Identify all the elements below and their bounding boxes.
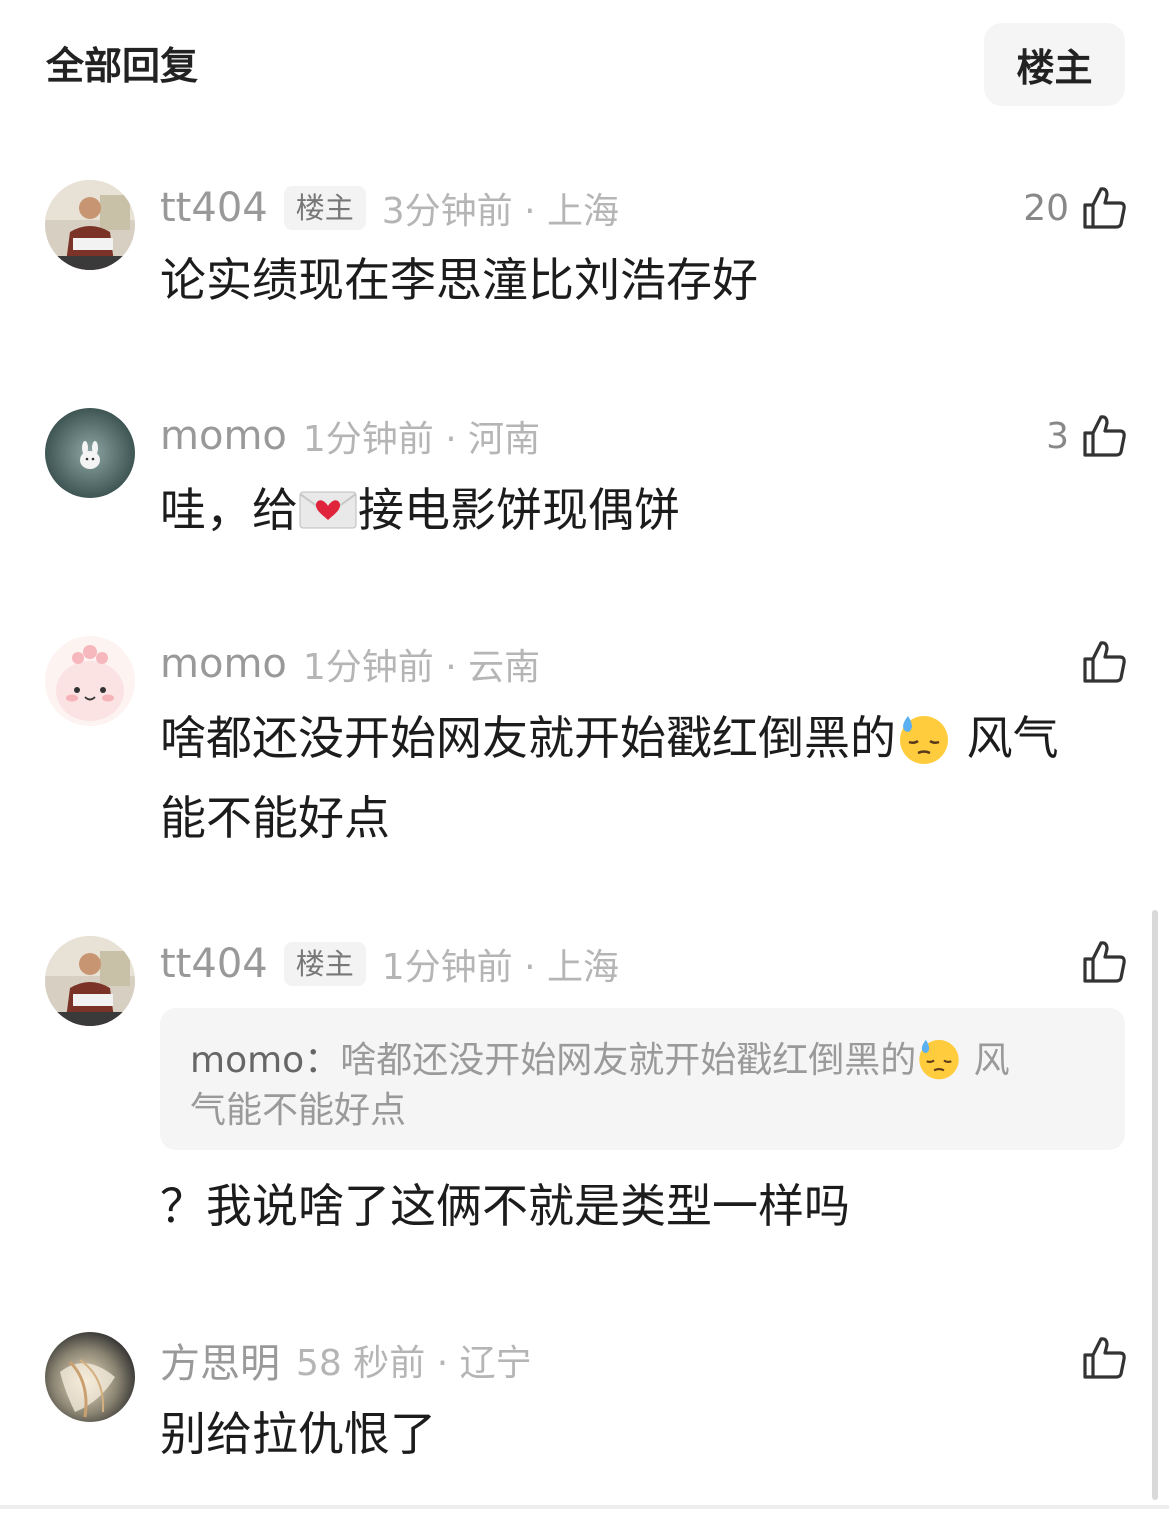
quote-text-part: 风: [962, 1040, 1010, 1081]
username[interactable]: 方思明: [160, 1331, 280, 1389]
avatar[interactable]: [45, 1332, 135, 1422]
username[interactable]: momo: [160, 413, 287, 459]
comment-meta: 方思明 58 秒前 · 辽宁: [160, 1331, 532, 1389]
comment-text-part: 接电影饼现偶饼: [358, 483, 680, 537]
like-button[interactable]: [1079, 634, 1129, 690]
time-location: 1分钟前 · 上海: [381, 947, 619, 988]
downcast-sweat-emoji: [916, 1035, 962, 1081]
time-location: 3分钟前 · 上海: [381, 191, 619, 232]
avatar[interactable]: [45, 180, 135, 270]
header: 全部回复 楼主: [0, 0, 1169, 130]
thumbs-up-icon: [1083, 641, 1126, 683]
like-button[interactable]: [1079, 934, 1129, 990]
comment-text-line: 能不能好点: [160, 791, 390, 845]
comment-text-part: 风气: [952, 711, 1059, 765]
like-count: 3: [1046, 415, 1069, 457]
downcast-sweat-emoji: [896, 710, 952, 766]
quoted-reply[interactable]: momo：啥都还没开始网友就开始戳红倒黑的 风 气能不能好点: [160, 1008, 1125, 1150]
username[interactable]: momo: [160, 641, 287, 687]
time-location: 58 秒前 · 辽宁: [296, 1343, 532, 1384]
comment-text: 哇，给 接电影饼现偶饼: [160, 470, 1130, 550]
like-count: 20: [1023, 187, 1069, 229]
avatar[interactable]: [45, 936, 135, 1026]
scrollbar[interactable]: [1152, 910, 1158, 1500]
comment-meta: tt404 楼主 1分钟前 · 上海: [160, 938, 619, 990]
comment-text-part: 哇，给: [160, 483, 298, 537]
avatar[interactable]: [45, 636, 135, 726]
owner-filter-button[interactable]: 楼主: [984, 23, 1125, 106]
thumbs-up-icon: [1083, 941, 1126, 983]
quote-text-part: 啥都还没开始网友就开始戳红倒黑的: [340, 1040, 917, 1081]
username[interactable]: tt404: [160, 185, 268, 231]
comment-text-part: 啥都还没开始网友就开始戳红倒黑的: [160, 711, 896, 765]
time-location: 1分钟前 · 云南: [302, 647, 541, 688]
comment-meta: tt404 楼主 3分钟前 · 上海: [160, 182, 619, 234]
love-letter-emoji: [298, 488, 358, 532]
time-location: 1分钟前 · 河南: [302, 419, 541, 460]
owner-tag: 楼主: [283, 186, 366, 230]
comment-text: 啥都还没开始网友就开始戳红倒黑的 风气 能不能好点: [160, 698, 1130, 858]
thumbs-up-icon: [1083, 1337, 1126, 1379]
divider: [0, 1505, 1169, 1509]
owner-tag: 楼主: [283, 942, 366, 986]
quote-username: momo：: [190, 1040, 341, 1081]
comment-meta: momo 1分钟前 · 云南: [160, 638, 540, 690]
like-button[interactable]: 20: [1023, 180, 1129, 236]
header-title: 全部回复: [46, 44, 199, 88]
thumbs-up-icon: [1083, 187, 1126, 229]
comment-text: ？我说啥了这俩不就是类型一样吗: [160, 1179, 850, 1233]
avatar[interactable]: [45, 408, 135, 498]
like-button[interactable]: [1079, 1330, 1129, 1386]
comment-meta: momo 1分钟前 · 河南: [160, 410, 540, 462]
username[interactable]: tt404: [160, 941, 268, 987]
quote-text-line: 气能不能好点: [190, 1090, 407, 1131]
comment-text: 论实绩现在李思潼比刘浩存好: [160, 253, 758, 307]
like-button[interactable]: 3: [1046, 408, 1129, 464]
thumbs-up-icon: [1083, 415, 1126, 457]
comment-text: 别给拉仇恨了: [160, 1407, 436, 1461]
